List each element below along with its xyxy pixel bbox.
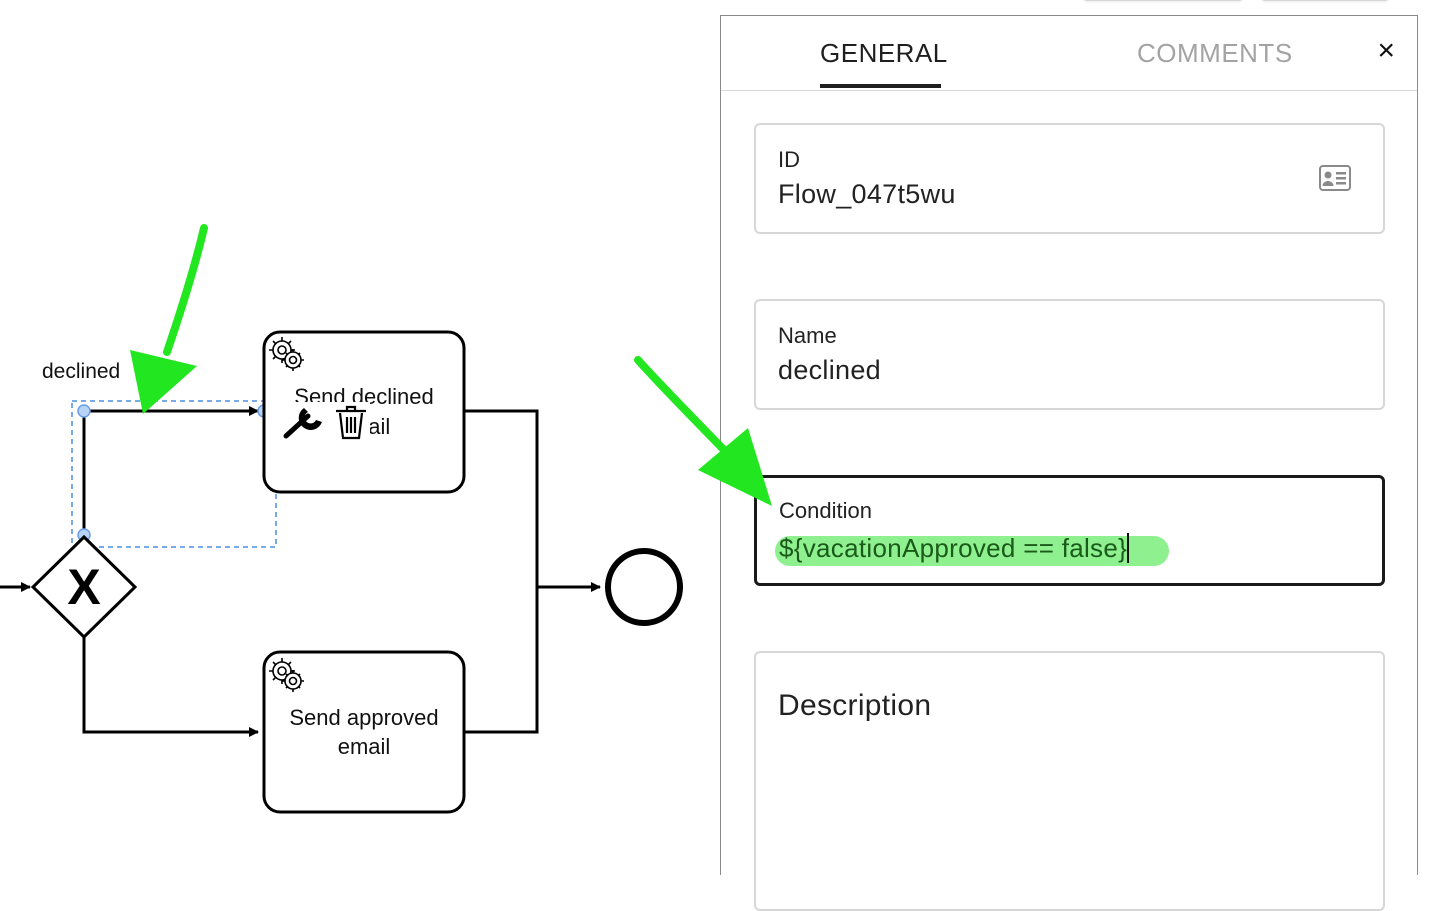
end-event[interactable] [605,548,683,626]
close-icon[interactable]: × [1377,36,1395,66]
annotation-arrow-panel [634,356,772,506]
bpmn-canvas[interactable]: X declined Send declined email [0,0,720,866]
context-pad [278,402,370,440]
description-field[interactable]: Description [754,651,1385,911]
task-name-line2: email [338,734,391,759]
condition-input[interactable]: ${vacationApproved == false} [779,533,1127,564]
tab-comments[interactable]: COMMENTS [1137,38,1293,69]
description-label: Description [778,689,932,722]
exclusive-gateway[interactable]: X [30,534,138,640]
sequence-flow-approved-to-end[interactable] [465,587,539,734]
name-field[interactable]: Name declined [754,299,1385,410]
condition-label: Condition [779,498,872,523]
condition-field[interactable]: Condition ${vacationApproved == false} [754,475,1385,586]
toolbar-stub-left[interactable] [1083,0,1243,1]
id-label: ID [778,147,800,172]
approved-sequence-flow[interactable] [82,636,259,737]
text-caret [1127,533,1129,563]
gateway-x-symbol: X [67,559,100,615]
task-send-declined-email[interactable]: Send declined email [262,330,466,494]
tab-active-indicator [820,84,941,88]
id-field[interactable]: ID Flow_047t5wu [754,123,1385,234]
flow-label[interactable]: declined [42,360,120,383]
name-value[interactable]: declined [778,355,881,386]
properties-panel: GENERAL COMMENTS × ID Flow_047t5wu Name … [720,15,1418,911]
toolbar-stub-right[interactable] [1261,0,1389,1]
id-value[interactable]: Flow_047t5wu [778,179,956,210]
sequence-flow-declined-to-end[interactable] [465,409,601,592]
selection-box [71,400,277,548]
tab-general[interactable]: GENERAL [820,38,948,69]
panel-tabs: GENERAL COMMENTS × [721,16,1417,91]
task-name-line1: Send approved [289,705,438,730]
annotation-arrow-canvas [130,224,208,414]
waypoint-handle[interactable] [77,404,91,418]
declined-sequence-flow[interactable] [82,406,259,538]
task-send-approved-email[interactable]: Send approved email [262,650,466,814]
id-card-icon[interactable] [1319,165,1351,191]
